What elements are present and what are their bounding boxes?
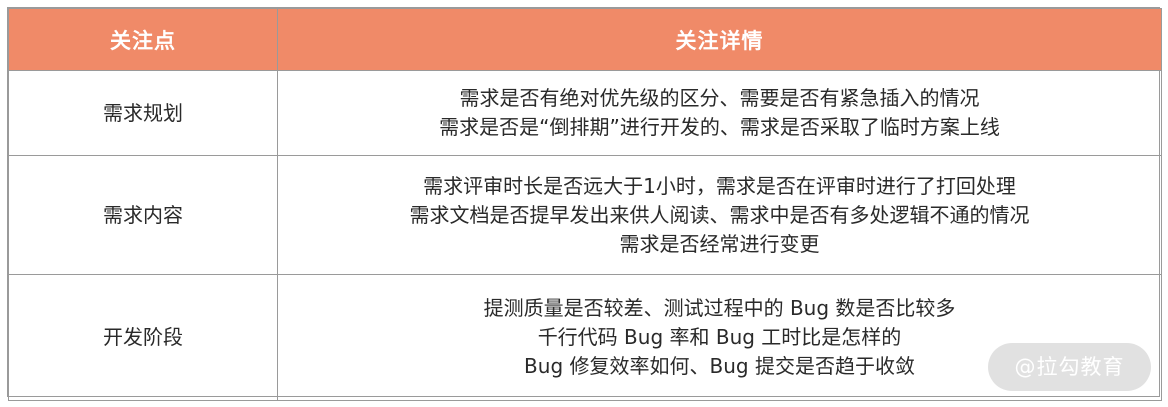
table-header-row: 关注点 关注详情 <box>8 8 1162 71</box>
focus-details-cell: 需求评审时长是否远大于1小时，需求是否在评审时进行了打回处理 需求文档是否提早发… <box>277 155 1162 275</box>
header-focus-point: 关注点 <box>8 8 278 71</box>
header-focus-details: 关注详情 <box>277 8 1162 71</box>
detail-line: 需求评审时长是否远大于1小时，需求是否在评审时进行了打回处理 <box>423 173 1016 198</box>
focus-table-container: 关注点 关注详情 需求规划 需求是否有绝对优先级的区分、需要是否有紧急插入的情况… <box>7 7 1162 401</box>
focus-table: 关注点 关注详情 需求规划 需求是否有绝对优先级的区分、需要是否有紧急插入的情况… <box>8 8 1162 401</box>
table-row: 开发阶段 提测质量是否较差、测试过程中的 Bug 数是否比较多 千行代码 Bug… <box>8 274 1162 401</box>
detail-line: 需求文档是否提早发出来供人阅读、需求中是否有多处逻辑不通的情况 <box>409 202 1030 227</box>
detail-line: 提测质量是否较差、测试过程中的 Bug 数是否比较多 <box>483 296 956 320</box>
focus-point-cell: 需求规划 <box>8 70 278 156</box>
table-row: 需求内容 需求评审时长是否远大于1小时，需求是否在评审时进行了打回处理 需求文档… <box>8 155 1162 275</box>
detail-line: 需求是否是“倒排期”进行开发的、需求是否采取了临时方案上线 <box>439 115 1000 139</box>
focus-point-cell: 开发阶段 <box>8 274 278 401</box>
detail-line: 需求是否有绝对优先级的区分、需要是否有紧急插入的情况 <box>459 86 980 110</box>
detail-line: 需求是否经常进行变更 <box>619 231 820 256</box>
lagou-watermark: @拉勾教育 <box>988 343 1151 391</box>
table-row: 需求规划 需求是否有绝对优先级的区分、需要是否有紧急插入的情况 需求是否是“倒排… <box>8 70 1162 156</box>
focus-details-cell: 需求是否有绝对优先级的区分、需要是否有紧急插入的情况 需求是否是“倒排期”进行开… <box>277 70 1162 156</box>
focus-point-cell: 需求内容 <box>8 155 278 275</box>
